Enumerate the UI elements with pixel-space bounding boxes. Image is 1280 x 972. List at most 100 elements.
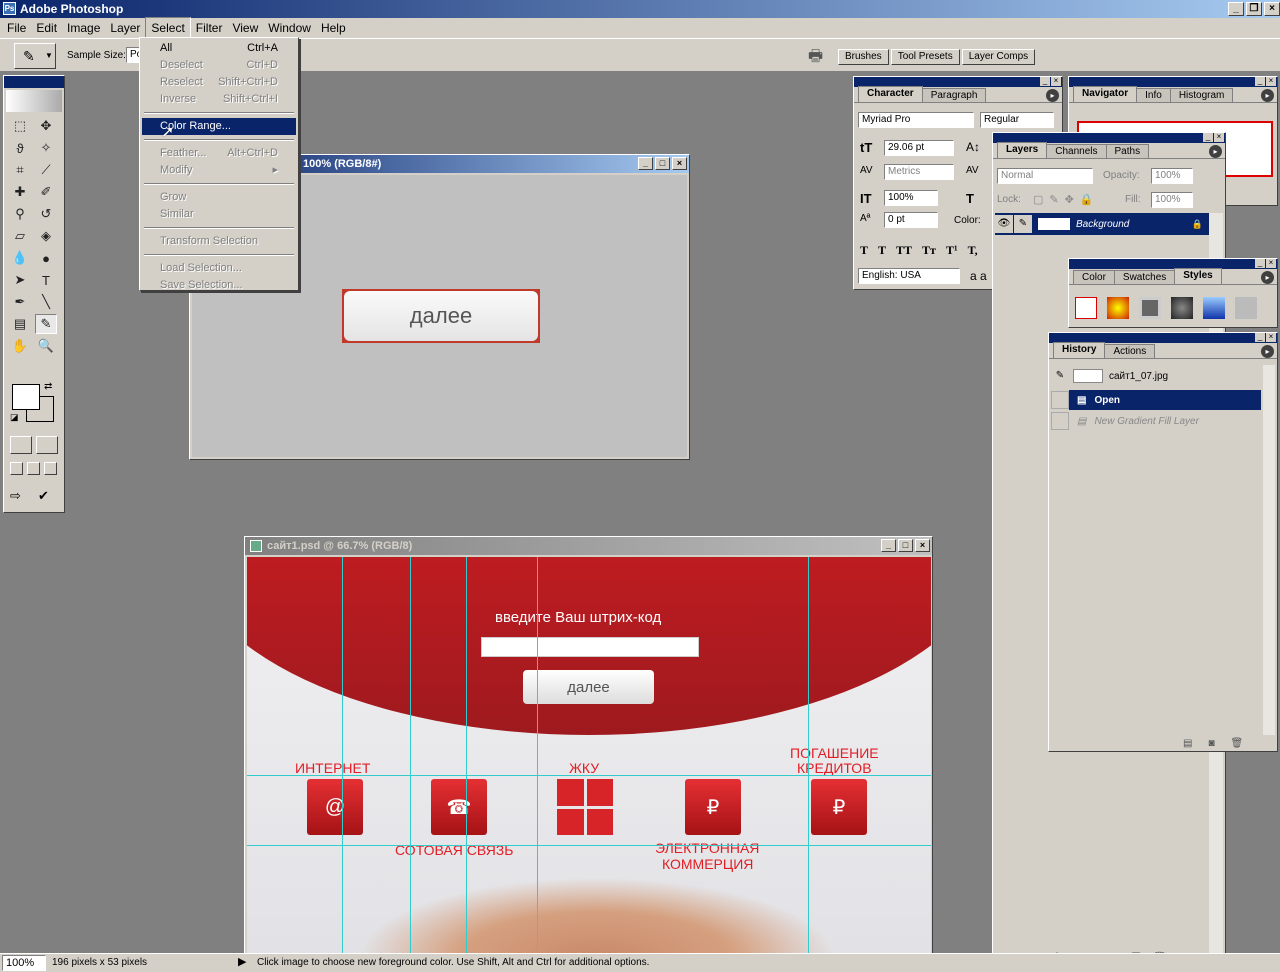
close-icon[interactable]: ×	[915, 539, 930, 552]
quick-mask-icon[interactable]	[36, 436, 58, 454]
tab-info[interactable]: Info	[1136, 88, 1171, 102]
opacity-field[interactable]: 100%	[1151, 168, 1193, 184]
delete-state-icon[interactable]: 🗑	[1231, 738, 1244, 749]
all-caps-button[interactable]: TT	[896, 243, 912, 258]
font-family-select[interactable]: Myriad Pro	[858, 112, 974, 128]
style-swatch[interactable]	[1171, 297, 1193, 319]
tab-brushes[interactable]: Brushes	[838, 49, 889, 65]
lock-transparent-icon[interactable]: ▢	[1033, 193, 1043, 206]
menu-select[interactable]: Select	[145, 17, 191, 39]
swap-colors-icon[interactable]: ⇄	[44, 381, 52, 392]
clone-stamp-icon[interactable]: ⚲	[9, 204, 31, 224]
palette-well-icon[interactable]: 🖶	[808, 45, 823, 72]
layer-row-background[interactable]: 👁 ✎ Background 🔒	[995, 213, 1209, 235]
style-swatch[interactable]	[1235, 297, 1257, 319]
style-swatch[interactable]	[1139, 297, 1161, 319]
minimize-icon[interactable]: _	[638, 157, 653, 170]
close-icon[interactable]: ×	[1264, 2, 1280, 16]
blend-mode-select[interactable]: Normal	[997, 168, 1093, 184]
minimize-icon[interactable]: _	[881, 539, 896, 552]
menu-window[interactable]: Window	[263, 18, 316, 38]
tab-navigator[interactable]: Navigator	[1073, 86, 1138, 102]
palette-menu-icon[interactable]: ▸	[1261, 345, 1274, 358]
standard-mode-icon[interactable]	[10, 436, 32, 454]
tab-layer-comps[interactable]: Layer Comps	[961, 49, 1036, 65]
history-snapshot[interactable]: ✎ сайт1_07.jpg	[1051, 365, 1261, 387]
type-tool-icon[interactable]: T	[35, 270, 57, 290]
tab-tool-presets[interactable]: Tool Presets	[890, 49, 960, 65]
status-menu-arrow-icon[interactable]: ▶	[238, 955, 246, 968]
history-source-checkbox[interactable]	[1051, 391, 1069, 409]
screen-mode-standard-icon[interactable]	[10, 462, 23, 475]
palette-menu-icon[interactable]: ▸	[1046, 89, 1059, 102]
style-swatch[interactable]	[1107, 297, 1129, 319]
style-swatch[interactable]	[1203, 297, 1225, 319]
lock-move-icon[interactable]: ✥	[1065, 193, 1074, 206]
tab-layers[interactable]: Layers	[997, 142, 1048, 158]
kerning-field[interactable]: Metrics	[884, 164, 954, 180]
lock-paint-icon[interactable]: ✎	[1049, 193, 1058, 206]
history-brush-source-icon[interactable]: ✎	[1051, 367, 1069, 385]
screen-mode-full-icon[interactable]	[44, 462, 57, 475]
minimize-icon[interactable]: _	[1203, 133, 1213, 142]
no-style-swatch[interactable]	[1075, 297, 1097, 319]
language-select[interactable]: English: USA	[858, 268, 960, 284]
slice-tool-icon[interactable]: ⟋	[35, 160, 57, 180]
minimize-icon[interactable]: _	[1228, 2, 1244, 16]
tab-styles[interactable]: Styles	[1174, 268, 1222, 284]
eyedropper-tool-icon[interactable]: ✎	[35, 314, 57, 334]
jump-to-imageready-icon[interactable]: ⇨	[10, 488, 21, 504]
tab-actions[interactable]: Actions	[1104, 344, 1156, 358]
close-icon[interactable]: ×	[672, 157, 687, 170]
maximize-icon[interactable]: □	[898, 539, 913, 552]
zoom-field[interactable]: 100%	[2, 955, 46, 971]
close-icon[interactable]: ×	[1051, 77, 1061, 86]
minimize-icon[interactable]: _	[1255, 333, 1265, 342]
brush-link-icon[interactable]: ✎	[1014, 215, 1032, 233]
close-icon[interactable]: ×	[1266, 333, 1276, 342]
site-canvas[interactable]: введите Ваш штрих-код далее ИНТЕРНЕТ @ ☎…	[247, 557, 931, 955]
tab-histogram[interactable]: Histogram	[1169, 88, 1234, 102]
visibility-eye-icon[interactable]: 👁	[995, 215, 1013, 233]
adobe-feather-icon[interactable]	[6, 90, 62, 112]
move-tool-icon[interactable]: ✥	[35, 116, 57, 136]
fill-field[interactable]: 100%	[1151, 192, 1193, 208]
anti-aliasing-icon[interactable]: a a	[970, 269, 987, 283]
brush-tool-icon[interactable]: ✐	[35, 182, 57, 202]
baseline-shift-field[interactable]: 0 pt	[884, 212, 938, 228]
subscript-button[interactable]: T,	[968, 243, 978, 258]
small-caps-button[interactable]: Tт	[922, 243, 936, 258]
crop-tool-icon[interactable]: ⌗	[9, 160, 31, 180]
marquee-tool-icon[interactable]: ⬚	[9, 116, 31, 136]
menu-view[interactable]: View	[227, 18, 263, 38]
palette-menu-icon[interactable]: ▸	[1261, 271, 1274, 284]
new-snapshot-icon[interactable]: ◙	[1208, 738, 1214, 749]
history-state-open[interactable]: ▤ Open	[1051, 390, 1261, 410]
palette-menu-icon[interactable]: ▸	[1209, 145, 1222, 158]
tab-channels[interactable]: Channels	[1046, 144, 1107, 158]
menu-filter[interactable]: Filter	[191, 18, 228, 38]
menu-layer[interactable]: Layer	[105, 18, 145, 38]
tab-paragraph[interactable]: Paragraph	[921, 88, 987, 102]
paint-bucket-icon[interactable]: ◈	[35, 226, 57, 246]
menu-file[interactable]: File	[2, 18, 31, 38]
history-source-checkbox[interactable]	[1051, 412, 1069, 430]
close-icon[interactable]: ×	[1266, 259, 1276, 268]
eraser-tool-icon[interactable]: ▱	[9, 226, 31, 246]
history-scrollbar[interactable]	[1263, 365, 1275, 735]
history-state-gradient[interactable]: ▤ New Gradient Fill Layer	[1051, 411, 1261, 431]
menu-item-all[interactable]: All Ctrl+A	[142, 40, 296, 57]
lasso-tool-icon[interactable]: ϑ	[9, 138, 31, 158]
menu-help[interactable]: Help	[316, 18, 351, 38]
minimize-icon[interactable]: _	[1255, 259, 1265, 268]
menu-edit[interactable]: Edit	[31, 18, 62, 38]
superscript-button[interactable]: T¹	[946, 243, 958, 258]
notes-tool-icon[interactable]: ▤	[9, 314, 31, 334]
faux-italic-button[interactable]: T	[878, 243, 886, 258]
screen-mode-full-menu-icon[interactable]	[27, 462, 40, 475]
tab-swatches[interactable]: Swatches	[1113, 270, 1176, 284]
blur-tool-icon[interactable]: 💧	[9, 248, 31, 268]
healing-brush-icon[interactable]: ✚	[9, 182, 31, 202]
foreground-color-swatch[interactable]	[12, 384, 40, 410]
vertical-scale-field[interactable]: 100%	[884, 190, 938, 206]
